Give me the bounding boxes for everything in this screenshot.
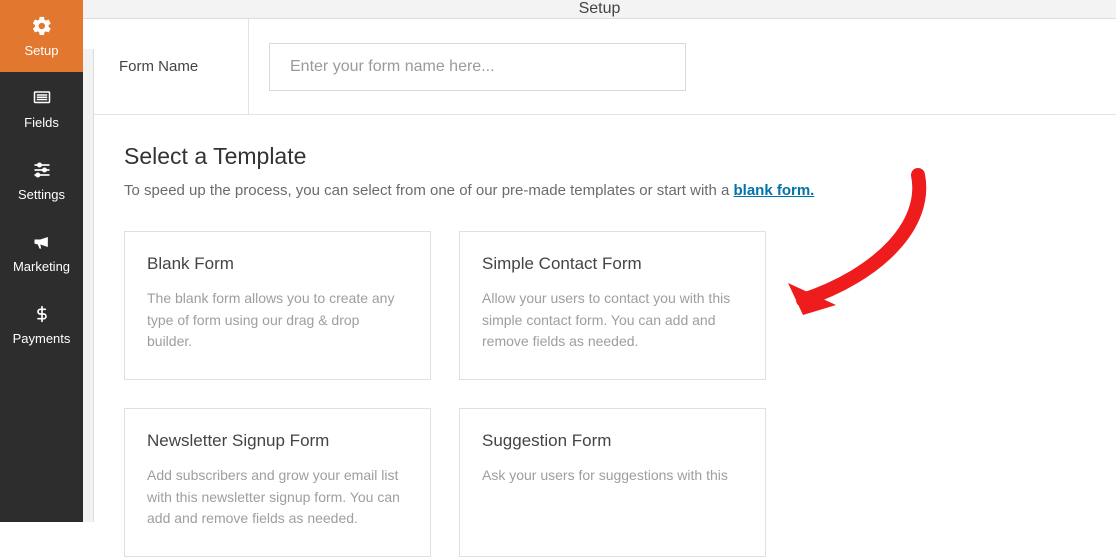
page-header: Setup — [83, 0, 1116, 19]
template-card-desc: Allow your users to contact you with thi… — [482, 288, 743, 353]
sidebar-item-label: Settings — [18, 187, 65, 202]
sidebar-item-fields[interactable]: Fields — [0, 72, 83, 144]
template-card-title: Simple Contact Form — [482, 254, 743, 274]
sidebar: Setup Fields Settings Marketing Payments — [0, 0, 83, 522]
select-template-desc: To speed up the process, you can select … — [124, 182, 1086, 199]
gear-icon — [30, 15, 54, 37]
select-template-title: Select a Template — [124, 143, 1086, 170]
template-card-desc: Add subscribers and grow your email list… — [147, 465, 408, 530]
template-card-newsletter[interactable]: Newsletter Signup Form Add subscribers a… — [124, 408, 431, 557]
template-card-blank[interactable]: Blank Form The blank form allows you to … — [124, 231, 431, 380]
template-section: Select a Template To speed up the proces… — [94, 115, 1116, 557]
sidebar-item-label: Marketing — [13, 259, 70, 274]
sidebar-item-settings[interactable]: Settings — [0, 144, 83, 216]
template-card-title: Blank Form — [147, 254, 408, 274]
form-name-row: Form Name — [94, 19, 1116, 115]
template-card-desc: Ask your users for suggestions with this — [482, 465, 743, 487]
select-template-desc-text: To speed up the process, you can select … — [124, 182, 733, 199]
template-grid: Blank Form The blank form allows you to … — [124, 231, 1086, 557]
sidebar-item-label: Fields — [24, 115, 59, 130]
template-card-title: Suggestion Form — [482, 431, 743, 451]
form-name-input[interactable] — [269, 43, 686, 91]
left-gutter — [83, 49, 94, 522]
main-panel: Setup Form Name Select a Template To spe… — [83, 0, 1116, 522]
sidebar-item-setup[interactable]: Setup — [0, 0, 83, 72]
sidebar-item-label: Payments — [13, 331, 71, 346]
blank-form-link[interactable]: blank form. — [733, 182, 814, 199]
bullhorn-icon — [30, 231, 54, 253]
form-name-label: Form Name — [94, 19, 249, 114]
sidebar-item-payments[interactable]: Payments — [0, 288, 83, 360]
template-card-simple-contact[interactable]: Simple Contact Form Allow your users to … — [459, 231, 766, 380]
sliders-icon — [30, 159, 54, 181]
page-title: Setup — [579, 0, 621, 18]
sidebar-item-label: Setup — [25, 43, 59, 58]
sidebar-item-marketing[interactable]: Marketing — [0, 216, 83, 288]
dollar-icon — [30, 303, 54, 325]
template-card-title: Newsletter Signup Form — [147, 431, 408, 451]
list-icon — [30, 87, 54, 109]
template-card-desc: The blank form allows you to create any … — [147, 288, 408, 353]
template-card-suggestion[interactable]: Suggestion Form Ask your users for sugge… — [459, 408, 766, 557]
form-name-input-cell — [249, 19, 1116, 114]
